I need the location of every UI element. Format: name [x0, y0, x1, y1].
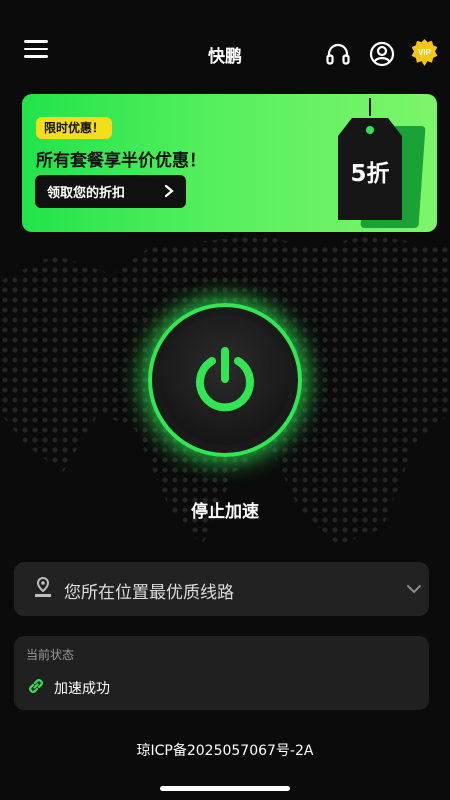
- icp-license-text: 琼ICP备2025057067号-2A: [136, 743, 314, 759]
- link-icon: [29, 679, 43, 693]
- route-selector[interactable]: 您所在位置最优质线路: [14, 562, 429, 616]
- chevron-down-icon: [407, 585, 421, 594]
- home-indicator[interactable]: [160, 786, 290, 791]
- stop-acceleration-label: 停止加速: [191, 502, 259, 522]
- promo-banner[interactable]: 限时优惠！ 所有套餐享半价优惠！ 领取您的折扣 5折: [22, 94, 437, 232]
- chevron-right-icon: [164, 184, 174, 198]
- vip-label: VIP: [418, 48, 431, 57]
- location-pin-icon: [35, 576, 51, 597]
- headphones-icon[interactable]: [324, 40, 352, 68]
- discount-tag-text: 5折: [350, 161, 390, 187]
- account-icon[interactable]: [368, 40, 396, 68]
- app-screen: 快鹏 VIP 限时优惠！ 所有套餐享半价优惠！ 领取您的折扣 5折 停止加速 您…: [0, 0, 450, 800]
- top-bar: 快鹏 VIP: [0, 28, 450, 76]
- current-status-value: 加速成功: [54, 681, 110, 697]
- current-status-label: 当前状态: [26, 648, 75, 662]
- promo-badge: 限时优惠！: [36, 117, 113, 139]
- claim-discount-button[interactable]: 领取您的折扣: [35, 175, 186, 208]
- status-panel: 当前状态 加速成功: [14, 636, 429, 710]
- power-icon: [196, 347, 254, 412]
- claim-discount-label: 领取您的折扣: [47, 186, 126, 201]
- promo-headline: 所有套餐享半价优惠！: [36, 151, 206, 171]
- route-selector-label: 您所在位置最优质线路: [64, 583, 234, 603]
